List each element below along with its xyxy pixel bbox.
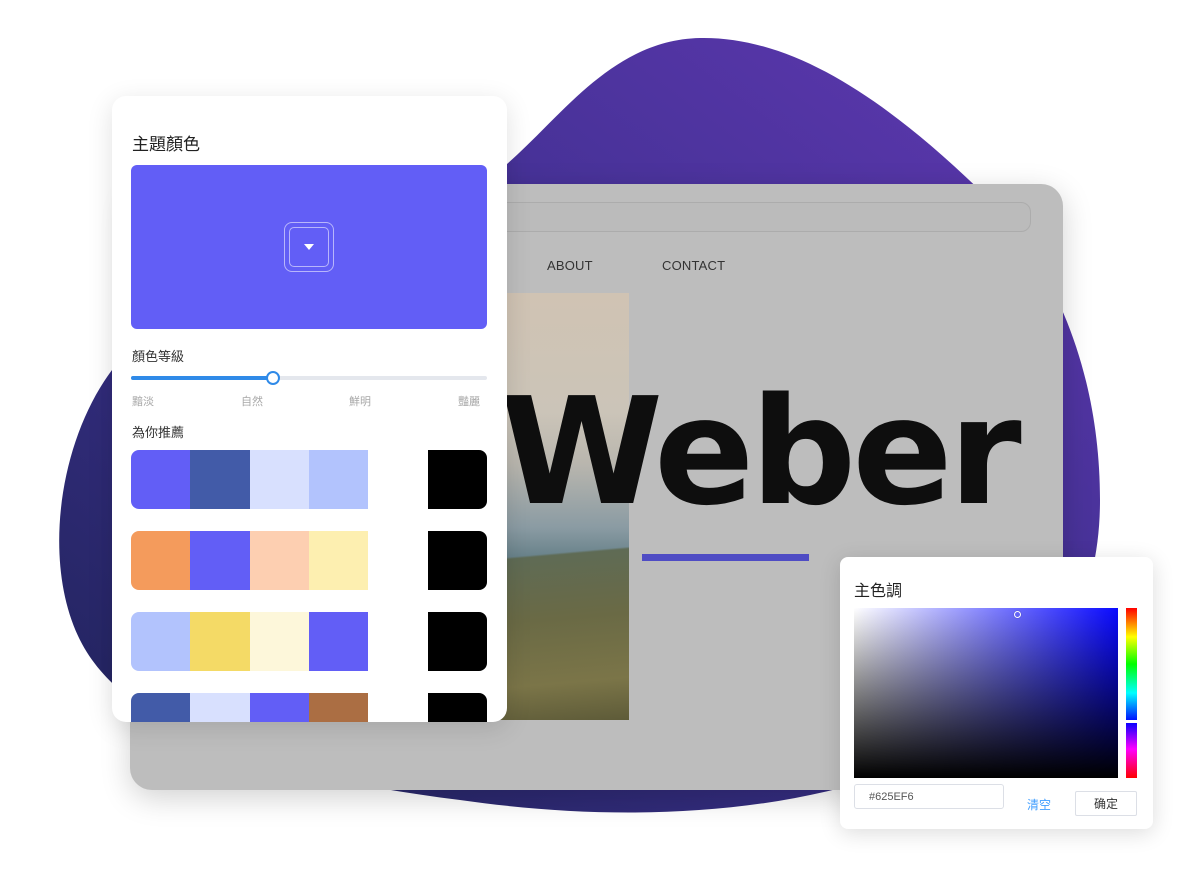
hex-color-input[interactable] <box>854 784 1004 809</box>
color-swatch <box>427 450 487 509</box>
theme-color-preview <box>131 165 487 329</box>
color-swatch <box>427 693 487 722</box>
color-swatch <box>249 693 309 722</box>
palette-row[interactable] <box>131 450 487 509</box>
palette-row[interactable] <box>131 693 487 722</box>
color-picker-title: 主色調 <box>854 581 903 600</box>
tick-label[interactable]: 鮮明 <box>349 393 371 409</box>
color-level-ticks: 黯淡 自然 鮮明 豔麗 <box>132 393 482 409</box>
color-dropdown-button[interactable] <box>284 222 334 272</box>
tick-label[interactable]: 黯淡 <box>132 393 154 409</box>
color-swatch <box>368 693 428 722</box>
color-swatch <box>368 531 428 590</box>
color-swatch <box>190 450 250 509</box>
color-swatch <box>190 531 250 590</box>
color-swatch <box>427 612 487 671</box>
color-swatch <box>249 450 309 509</box>
confirm-button[interactable]: 确定 <box>1075 791 1137 816</box>
color-dropdown-inner <box>289 227 329 267</box>
color-swatch <box>131 531 191 590</box>
theme-color-panel: 主題顏色 顏色等級 黯淡 自然 鮮明 豔麗 為你推薦 <box>112 96 507 722</box>
hue-thumb[interactable] <box>1125 720 1138 724</box>
palette-row[interactable] <box>131 612 487 671</box>
color-swatch <box>131 612 191 671</box>
hue-slider[interactable] <box>1125 608 1138 778</box>
color-swatch <box>308 450 369 509</box>
color-swatch <box>249 612 309 671</box>
color-swatch <box>190 612 250 671</box>
color-swatch <box>308 693 369 722</box>
slider-thumb[interactable] <box>266 371 281 385</box>
color-swatch <box>308 531 369 590</box>
color-swatch <box>368 450 428 509</box>
caret-down-icon <box>304 244 314 250</box>
color-swatch <box>131 693 191 722</box>
recommend-label: 為你推薦 <box>132 426 185 441</box>
palette-row[interactable] <box>131 531 487 590</box>
clear-button[interactable]: 清空 <box>1027 796 1051 813</box>
theme-panel-title: 主題顏色 <box>132 135 200 155</box>
color-picker-panel: 主色調 清空 确定 <box>840 557 1153 829</box>
tick-label[interactable]: 豔麗 <box>458 393 480 409</box>
color-cursor[interactable] <box>1014 611 1022 619</box>
color-swatch <box>131 450 191 509</box>
color-level-slider[interactable] <box>131 371 487 385</box>
color-swatch <box>427 531 487 590</box>
slider-fill <box>131 376 274 380</box>
nav-link-about[interactable]: ABOUT <box>547 258 593 273</box>
color-swatch <box>308 612 369 671</box>
color-swatch <box>190 693 250 722</box>
color-swatch <box>368 612 428 671</box>
hero-title: Weber <box>500 366 1022 538</box>
color-swatch <box>249 531 309 590</box>
hero-underline <box>642 554 809 561</box>
tick-label[interactable]: 自然 <box>241 393 263 409</box>
color-level-label: 顏色等級 <box>132 350 185 365</box>
saturation-value-area[interactable] <box>854 608 1118 778</box>
nav-link-contact[interactable]: CONTACT <box>662 258 725 273</box>
